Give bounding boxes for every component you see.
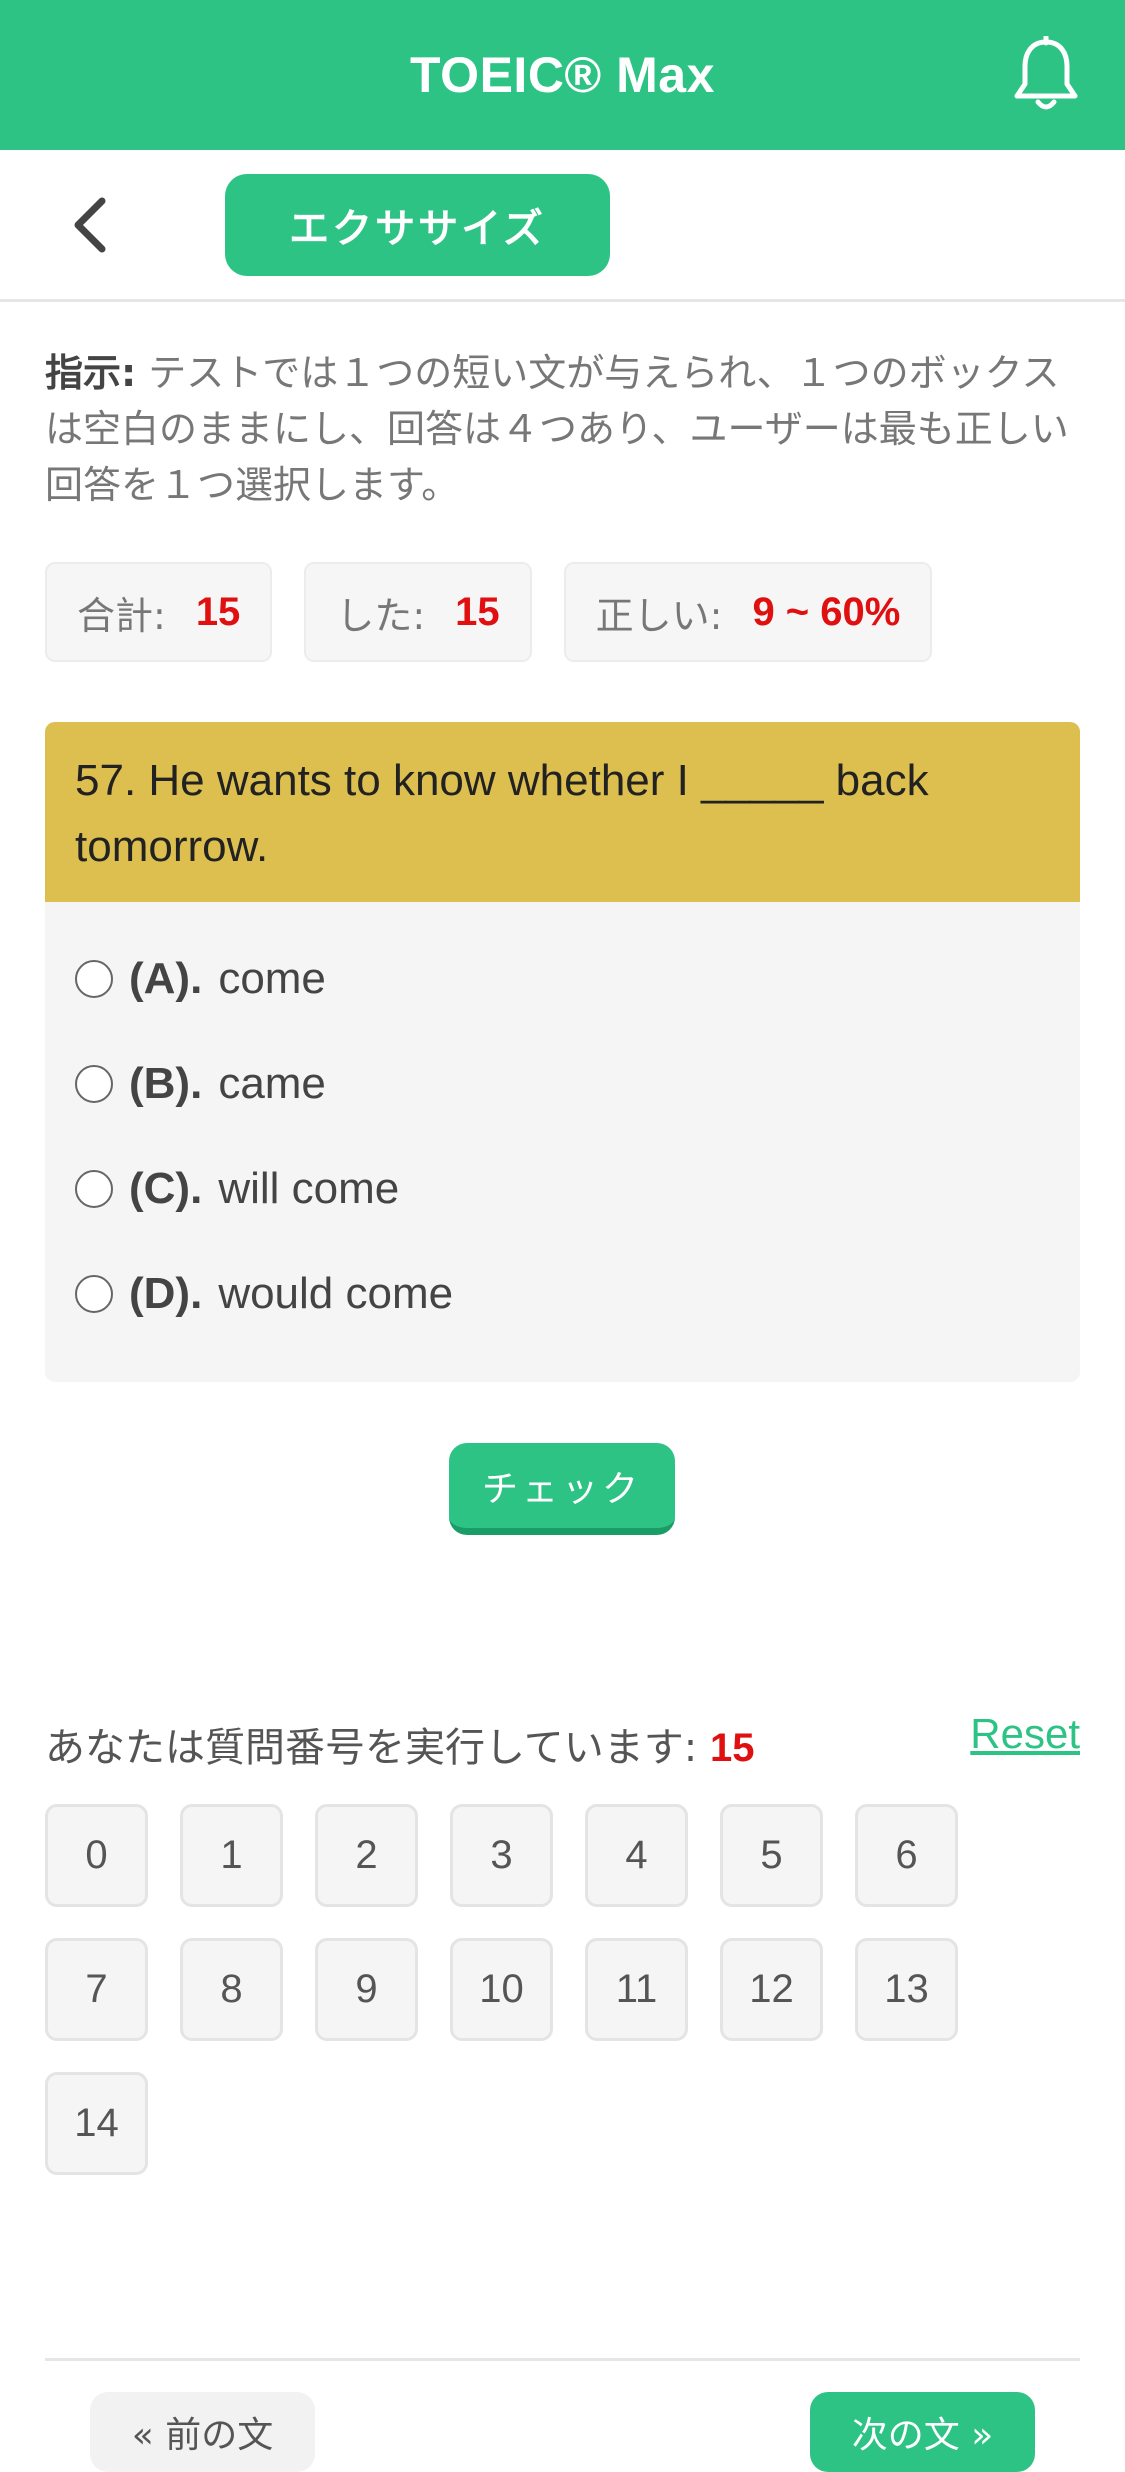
option-a[interactable]: (A). come <box>45 926 1080 1031</box>
stat-correct: 正しい: 9 ~ 60% <box>563 562 933 662</box>
question-number-button[interactable]: 3 <box>450 1804 553 1907</box>
progress-label: あなたは質問番号を実行しています: 15 <box>45 1715 755 1773</box>
stat-correct-label: 正しい: <box>595 593 723 638</box>
question-number-grid: 0 1 2 3 4 5 6 7 8 9 10 11 12 13 14 <box>45 1804 1005 2175</box>
radio-button[interactable] <box>75 1169 113 1208</box>
back-button[interactable] <box>60 190 120 260</box>
option-d[interactable]: (D). would come <box>45 1241 1080 1346</box>
option-letter: (D). <box>129 1268 203 1318</box>
divider <box>45 2358 1080 2361</box>
prev-sentence-button[interactable]: « 前の文 <box>90 2392 315 2472</box>
question-number-button[interactable]: 12 <box>720 1938 823 2041</box>
bell-icon[interactable] <box>1011 36 1081 116</box>
toolbar: エクササイズ <box>0 150 1125 302</box>
option-text: will come <box>218 1163 400 1213</box>
check-button[interactable]: チェック <box>449 1443 675 1535</box>
chevron-left-icon <box>74 197 106 253</box>
question-card: 57. He wants to know whether I _____ bac… <box>45 722 1080 1382</box>
question-number-button[interactable]: 4 <box>585 1804 688 1907</box>
question-number-button[interactable]: 10 <box>450 1938 553 2041</box>
option-letter: (B). <box>129 1058 203 1108</box>
stat-done: した: 15 <box>304 562 532 662</box>
question-number-button[interactable]: 14 <box>45 2072 148 2175</box>
reset-link[interactable]: Reset <box>970 1710 1080 1758</box>
question-number-button[interactable]: 1 <box>180 1804 283 1907</box>
radio-button[interactable] <box>75 1274 113 1313</box>
question-number-button[interactable]: 13 <box>855 1938 958 2041</box>
radio-button[interactable] <box>75 959 113 998</box>
stats-row: 合計: 15 した: 15 正しい: 9 ~ 60% <box>45 562 933 662</box>
option-letter: (C). <box>129 1163 203 1213</box>
option-b[interactable]: (B). came <box>45 1031 1080 1136</box>
current-question-number: 15 <box>710 1726 755 1770</box>
stat-correct-value: 9 ~ 60% <box>752 589 901 634</box>
question-number-button[interactable]: 7 <box>45 1938 148 2041</box>
question-text: 57. He wants to know whether I _____ bac… <box>45 722 1080 902</box>
radio-button[interactable] <box>75 1064 113 1103</box>
question-number-button[interactable]: 8 <box>180 1938 283 2041</box>
instructions-label: 指示: <box>45 351 137 395</box>
question-number-button[interactable]: 11 <box>585 1938 688 2041</box>
app-header: TOEIC® Max <box>0 0 1125 150</box>
question-number-button[interactable]: 0 <box>45 1804 148 1907</box>
next-sentence-button[interactable]: 次の文 » <box>810 2392 1035 2472</box>
instructions-text: テストでは１つの短い文が与えられ、１つのボックスは空白のままにし、回答は４つあり… <box>45 351 1069 507</box>
stat-total: 合計: 15 <box>45 562 273 662</box>
option-letter: (A). <box>129 953 203 1003</box>
progress-label-text: あなたは質問番号を実行しています: <box>45 1725 698 1771</box>
stat-total-label: 合計: <box>77 593 166 638</box>
stat-done-label: した: <box>336 593 426 638</box>
option-c[interactable]: (C). will come <box>45 1136 1080 1241</box>
option-text: would come <box>218 1268 454 1318</box>
stat-total-value: 15 <box>195 589 241 634</box>
tab-exercise[interactable]: エクササイズ <box>225 174 610 276</box>
app-title: TOEIC® Max <box>410 47 715 103</box>
question-number-button[interactable]: 6 <box>855 1804 958 1907</box>
question-number-button[interactable]: 5 <box>720 1804 823 1907</box>
option-text: came <box>218 1058 326 1108</box>
instructions: 指示: テストでは１つの短い文が与えられ、１つのボックスは空白のままにし、回答は… <box>45 345 1085 513</box>
option-text: come <box>218 953 326 1003</box>
answer-options: (A). come (B). came (C). will come (D). … <box>45 902 1080 1346</box>
question-number-button[interactable]: 9 <box>315 1938 418 2041</box>
question-number-button[interactable]: 2 <box>315 1804 418 1907</box>
stat-done-value: 15 <box>455 589 500 634</box>
